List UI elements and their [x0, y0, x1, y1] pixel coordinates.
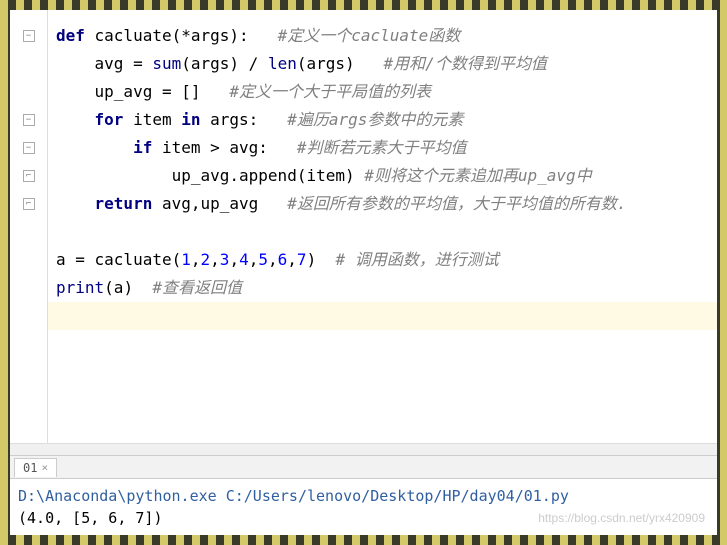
fold-icon[interactable]: − [10, 134, 47, 162]
code-line[interactable]: return avg,up_avg #返回所有参数的平均值，大于平均值的所有数. [56, 190, 709, 218]
horizontal-scrollbar[interactable] [10, 443, 717, 455]
fold-end-icon[interactable]: ⌐ [10, 162, 47, 190]
code-line[interactable]: def cacluate(*args): #定义一个cacluate函数 [56, 22, 709, 50]
tab-file[interactable]: 01 × [14, 458, 57, 477]
code-line[interactable]: up_avg = [] #定义一个大于平局值的列表 [56, 78, 709, 106]
editor-area: − − − ⌐ ⌐ def cacluate(*args): #定义一个cacl… [10, 10, 717, 443]
tab-bar: 01 × [10, 455, 717, 479]
gutter-row [10, 218, 47, 246]
console-path: D:\Anaconda\python.exe C:/Users/lenovo/D… [18, 485, 709, 507]
close-icon[interactable]: × [41, 461, 48, 474]
gutter-row [10, 246, 47, 274]
code-line[interactable]: for item in args: #遍历args参数中的元素 [56, 106, 709, 134]
fold-end-icon[interactable]: ⌐ [10, 190, 47, 218]
gutter-row [10, 274, 47, 302]
current-line-highlight [48, 302, 717, 330]
code-line[interactable]: avg = sum(args) / len(args) #用和/个数得到平均值 [56, 50, 709, 78]
code-line[interactable]: a = cacluate(1,2,3,4,5,6,7) # 调用函数，进行测试 [56, 246, 709, 274]
code-line[interactable]: print(a) #查看返回值 [56, 274, 709, 302]
code-line[interactable]: up_avg.append(item) #则将这个元素追加再up_avg中 [56, 162, 709, 190]
code-line[interactable] [56, 218, 709, 246]
fold-icon[interactable]: − [10, 106, 47, 134]
gutter-row [10, 78, 47, 106]
watermark: https://blog.csdn.net/yrx420909 [538, 507, 705, 529]
tab-label: 01 [23, 461, 37, 475]
code-area[interactable]: def cacluate(*args): #定义一个cacluate函数 avg… [48, 10, 717, 443]
fold-icon[interactable]: − [10, 22, 47, 50]
code-line[interactable]: if item > avg: #判断若元素大于平均值 [56, 134, 709, 162]
gutter: − − − ⌐ ⌐ [10, 10, 48, 443]
console-area[interactable]: D:\Anaconda\python.exe C:/Users/lenovo/D… [10, 479, 717, 535]
gutter-row [10, 50, 47, 78]
ide-window: − − − ⌐ ⌐ def cacluate(*args): #定义一个cacl… [10, 10, 717, 535]
